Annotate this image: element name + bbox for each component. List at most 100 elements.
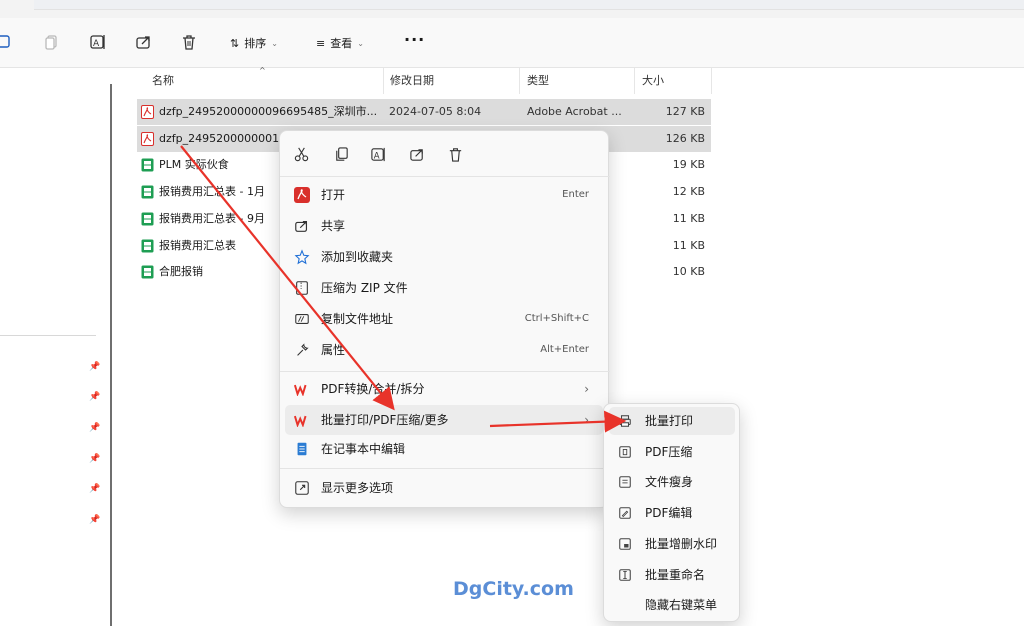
file-size: 12 KB	[672, 185, 705, 199]
share-icon	[293, 217, 311, 235]
pdf-icon	[141, 131, 154, 146]
menu-item-batch-print[interactable]: 批量打印/PDF压缩/更多 ›	[285, 405, 603, 435]
view-icon: ≡	[316, 36, 326, 50]
menu-item-label: 批量打印/PDF压缩/更多	[321, 413, 449, 427]
file-date: 2024-07-05 8:04	[389, 105, 482, 118]
menu-item-label: 复制文件地址	[321, 312, 394, 326]
site-watermark: DgCity.com	[453, 578, 574, 600]
menu-item-more-options[interactable]: 显示更多选项	[285, 473, 603, 503]
menu-item-copy-path[interactable]: 复制文件地址 Ctrl+Shift+C	[285, 304, 603, 334]
menu-item-shortcut: Enter	[562, 189, 589, 200]
share-icon[interactable]	[134, 32, 154, 52]
view-button[interactable]: ≡ 查看 ⌄	[316, 32, 364, 54]
star-icon	[293, 248, 311, 266]
submenu-item-pdf-edit[interactable]: PDF编辑	[609, 499, 735, 527]
rename-icon[interactable]: A	[88, 32, 108, 52]
submenu-item-pdf-compress[interactable]: PDF压缩	[609, 438, 735, 466]
pin-icon[interactable]: 📌	[89, 484, 100, 494]
address-bar[interactable]	[34, 0, 1024, 10]
sheet-icon	[141, 265, 154, 279]
submenu-item-rename[interactable]: 批量重命名	[609, 561, 735, 589]
chevron-down-icon: ⌄	[271, 38, 278, 48]
menu-separator	[280, 468, 610, 469]
rename-icon[interactable]: A	[368, 144, 388, 164]
delete-icon[interactable]	[445, 144, 465, 164]
share-icon[interactable]	[407, 144, 427, 164]
pin-icon[interactable]: 📌	[89, 423, 100, 433]
delete-icon[interactable]	[179, 32, 199, 52]
menu-item-label: 添加到收藏夹	[321, 250, 394, 264]
menu-item-shortcut: Ctrl+Shift+C	[524, 313, 589, 324]
compress-icon	[617, 444, 633, 460]
new-icon[interactable]	[0, 32, 14, 52]
file-size: 10 KB	[672, 265, 705, 279]
more-button[interactable]: ···	[404, 30, 425, 49]
menu-item-properties[interactable]: 属性 Alt+Enter	[285, 335, 603, 365]
watermark-icon	[617, 536, 633, 552]
edit-icon	[617, 505, 633, 521]
acrobat-icon	[293, 186, 311, 204]
sort-label: 排序	[244, 37, 267, 50]
sheet-icon	[141, 158, 154, 172]
file-size: 126 KB	[665, 131, 705, 145]
menu-item-notepad[interactable]: 在记事本中编辑	[285, 434, 603, 464]
path-icon	[293, 310, 311, 328]
submenu-item-watermark[interactable]: 批量增删水印	[609, 530, 735, 558]
menu-item-label: 属性	[321, 343, 346, 357]
submenu-item-label: 批量重命名	[645, 568, 706, 582]
wps-icon	[293, 380, 311, 398]
slim-icon	[617, 474, 633, 490]
more-options-icon	[293, 479, 311, 497]
copy-icon[interactable]	[42, 32, 62, 52]
submenu-item-batch-print[interactable]: 批量打印	[609, 407, 735, 435]
pane-splitter[interactable]	[110, 84, 112, 626]
submenu-item-label: PDF编辑	[645, 506, 693, 520]
command-bar: A ⇅ 排序 ⌄ ≡ 查看 ⌄ ···	[0, 18, 1024, 68]
file-size: 11 KB	[672, 238, 705, 252]
nav-divider	[0, 335, 96, 336]
submenu-item-label: PDF压缩	[645, 445, 693, 459]
menu-item-shortcut: Alt+Enter	[540, 344, 589, 355]
file-size: 19 KB	[672, 158, 705, 172]
sheet-icon	[141, 239, 154, 253]
view-label: 查看	[330, 37, 353, 50]
quick-actions-bar: A	[280, 131, 610, 177]
column-header-date[interactable]: 修改日期	[382, 68, 520, 94]
sort-button[interactable]: ⇅ 排序 ⌄	[230, 32, 278, 54]
sort-icon: ⇅	[230, 36, 240, 50]
submenu-item-label: 隐藏右键菜单	[645, 598, 718, 612]
menu-item-label: 共享	[321, 219, 346, 233]
pin-icon[interactable]: 📌	[89, 392, 100, 402]
file-row[interactable]: dzfp_24952000000096695485_深圳市... 2024-07-…	[137, 99, 711, 125]
menu-item-share[interactable]: 共享	[285, 211, 603, 241]
notepad-icon	[293, 440, 311, 458]
file-type: Adobe Acrobat ...	[527, 105, 622, 118]
navigation-pane: 📌 📌 📌 📌 📌 📌	[0, 68, 112, 626]
svg-text:A: A	[93, 39, 100, 49]
menu-item-pdf-convert[interactable]: PDF转换/合并/拆分 ›	[285, 374, 603, 404]
column-header-name[interactable]: 名称	[144, 68, 384, 94]
cut-icon[interactable]	[291, 144, 311, 164]
column-header-type[interactable]: 类型	[519, 68, 635, 94]
chevron-right-icon: ›	[584, 382, 589, 396]
column-header-size[interactable]: 大小	[634, 68, 712, 94]
pin-icon[interactable]: 📌	[89, 362, 100, 372]
menu-item-compress-zip[interactable]: 压缩为 ZIP 文件	[285, 273, 603, 303]
title-strip	[0, 0, 1024, 18]
menu-item-label: PDF转换/合并/拆分	[321, 382, 425, 396]
sheet-icon	[141, 185, 154, 199]
submenu-item-hide-menu[interactable]: 隐藏右键菜单	[609, 591, 735, 619]
copy-icon[interactable]	[331, 144, 351, 164]
pin-icon[interactable]: 📌	[89, 515, 100, 525]
print-icon	[617, 413, 633, 429]
menu-item-label: 压缩为 ZIP 文件	[321, 281, 408, 295]
pin-icon[interactable]: 📌	[89, 454, 100, 464]
file-size: 127 KB	[665, 105, 705, 118]
menu-separator	[280, 371, 610, 372]
submenu-item-slim[interactable]: 文件瘦身	[609, 468, 735, 496]
menu-item-add-favorites[interactable]: 添加到收藏夹	[285, 242, 603, 272]
submenu-item-label: 批量增删水印	[645, 537, 718, 551]
rename-icon	[617, 567, 633, 583]
context-menu: A 打开 Enter 共享 添加到收藏夹 压缩为 ZIP 文件 复制文件地址 C…	[279, 130, 610, 508]
menu-item-open[interactable]: 打开 Enter	[285, 180, 603, 210]
